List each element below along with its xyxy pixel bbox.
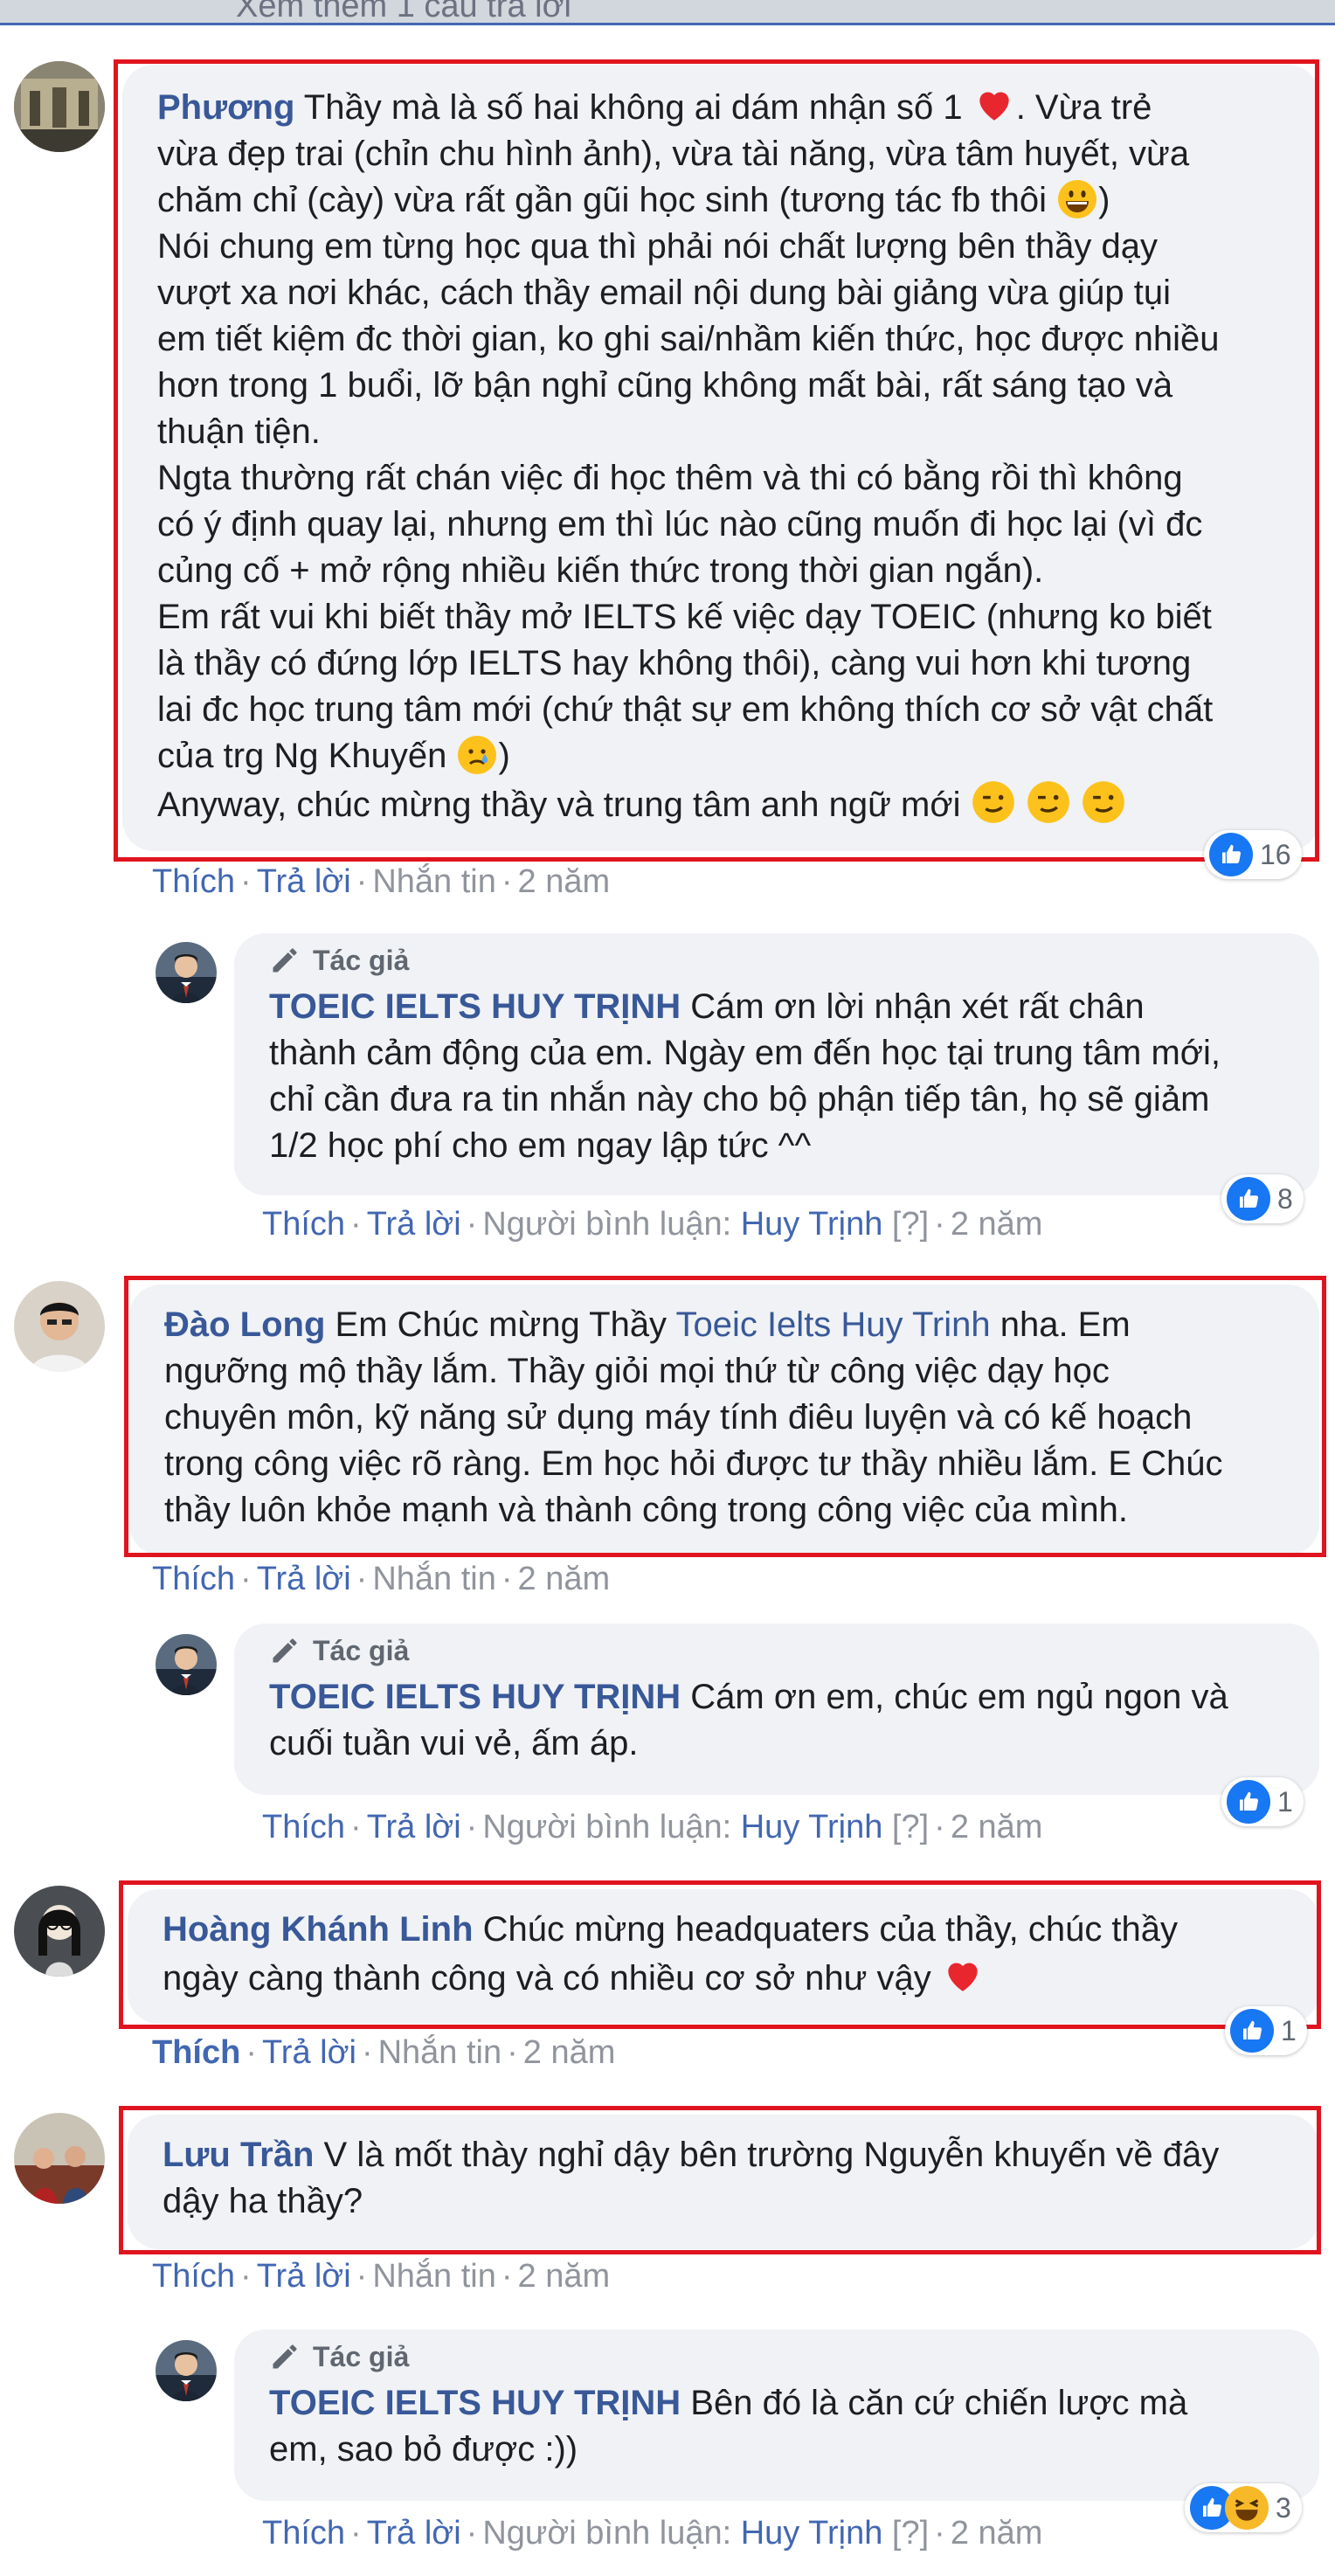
reaction-number: 1 (1277, 1785, 1293, 1818)
author-tag: Tác giả (269, 2337, 1288, 2377)
reaction-number: 16 (1260, 838, 1291, 870)
reply-text: Cám ơn lời nhận xét rất chân (690, 987, 1145, 1026)
timestamp[interactable]: 2 năm (951, 2515, 1043, 2552)
reply-actions: Thích · Trả lời · Người bình luận: Huy Trịnh… (262, 1206, 1043, 1243)
comment-actions: Thích · Trả lời · Nhắn tin · 2 năm (152, 863, 611, 900)
comment-actions: Thích · Trả lời · Nhắn tin · 2 năm (152, 2258, 611, 2295)
reply-author[interactable]: TOEIC IELTS HUY TRỊNH (269, 1678, 681, 1716)
pencil-icon (269, 1635, 301, 1666)
reply-text: cuối tuần vui vẻ, ấm áp. (269, 1724, 639, 1762)
timestamp[interactable]: 2 năm (518, 863, 611, 900)
like-link[interactable]: Thích (262, 1206, 345, 1243)
reply-link[interactable]: Trả lời (257, 2258, 351, 2295)
commenter-label: Người bình luận: (482, 2515, 732, 2552)
view-more-replies-link[interactable]: Xem thêm 1 câu trả lời (236, 0, 571, 23)
avatar-hoang-khanh-linh[interactable] (14, 1886, 105, 1977)
reply-link[interactable]: Trả lời (367, 1206, 461, 1243)
commenter-link[interactable]: Huy Trịnh (741, 1206, 883, 1243)
like-reaction-icon (1227, 1780, 1270, 1824)
message-link[interactable]: Nhắn tin (378, 2034, 502, 2071)
comment-actions: Thích · Trả lời · Nhắn tin · 2 năm (152, 2034, 616, 2071)
reaction-number: 8 (1277, 1182, 1293, 1215)
avatar-dao-long[interactable] (14, 1281, 105, 1372)
reply-link[interactable]: Trả lời (262, 2034, 356, 2071)
pencil-icon (269, 2341, 301, 2372)
reply-author[interactable]: TOEIC IELTS HUY TRỊNH (269, 2384, 681, 2422)
commenter-label: Người bình luận: (482, 1206, 732, 1243)
timestamp[interactable]: 2 năm (518, 1561, 611, 1597)
reply-link[interactable]: Trả lời (367, 2515, 461, 2552)
commenter-link[interactable]: Huy Trịnh (741, 2515, 883, 2552)
timestamp[interactable]: 2 năm (951, 1206, 1043, 1243)
reaction-count[interactable]: 3 (1185, 2483, 1302, 2532)
reply-link[interactable]: Trả lời (257, 863, 351, 900)
like-link[interactable]: Thích (152, 2034, 240, 2071)
reply-actions: Thích · Trả lời · Người bình luận: Huy Trịnh… (262, 1809, 1043, 1845)
like-link[interactable]: Thích (152, 1561, 235, 1597)
reaction-number: 1 (1281, 2014, 1297, 2046)
avatar-phuong[interactable] (14, 61, 105, 152)
reply-text: Cám ơn em, chúc em ngủ ngon và (690, 1678, 1228, 1716)
help-link[interactable]: [?] (892, 1206, 929, 1243)
reply-link[interactable]: Trả lời (367, 1809, 461, 1845)
pencil-icon (269, 945, 301, 976)
avatar-luu-tran[interactable] (14, 2113, 105, 2204)
reply-author[interactable]: TOEIC IELTS HUY TRỊNH (269, 987, 681, 1026)
like-link[interactable]: Thích (262, 1809, 345, 1845)
haha-reaction-icon (1225, 2486, 1269, 2530)
like-link[interactable]: Thích (262, 2515, 345, 2552)
avatar-huy-trinh[interactable] (156, 942, 217, 1003)
reply-text: chỉ cần đưa ra tin nhắn này cho bộ phận … (269, 1080, 1210, 1118)
help-link[interactable]: [?] (892, 2515, 929, 2552)
like-reaction-icon (1209, 833, 1253, 876)
avatar-huy-trinh[interactable] (156, 2340, 217, 2401)
reaction-count[interactable]: 16 (1204, 830, 1302, 879)
message-link[interactable]: Nhắn tin (372, 2258, 496, 2295)
like-reaction-icon (1227, 1177, 1270, 1221)
reply-text: Bên đó là căn cứ chiến lược mà (690, 2384, 1188, 2422)
reaction-count[interactable]: 1 (1221, 1777, 1304, 1826)
view-more-replies-bar[interactable]: Xem thêm 1 câu trả lời (0, 0, 1335, 25)
commenter-link[interactable]: Huy Trịnh (741, 1809, 883, 1845)
reaction-number: 3 (1276, 2491, 1291, 2524)
timestamp[interactable]: 2 năm (523, 2034, 616, 2071)
timestamp[interactable]: 2 năm (518, 2258, 611, 2295)
reply-text: 1/2 học phí cho em ngay lập tức ^^ (269, 1126, 812, 1165)
reply-text: em, sao bỏ được :)) (269, 2430, 578, 2469)
author-tag: Tác giả (269, 940, 1288, 980)
commenter-label: Người bình luận: (482, 1809, 732, 1845)
comment-actions: Thích · Trả lời · Nhắn tin · 2 năm (152, 1561, 611, 1597)
timestamp[interactable]: 2 năm (951, 1809, 1043, 1845)
like-link[interactable]: Thích (152, 863, 235, 900)
message-link[interactable]: Nhắn tin (372, 1561, 496, 1597)
reply-bubble: Tác giả TOEIC IELTS HUY TRỊNH Cám ơn lời… (234, 933, 1319, 1195)
reply-actions: Thích · Trả lời · Người bình luận: Huy Trịnh… (262, 2515, 1043, 2552)
reply-link[interactable]: Trả lời (257, 1561, 351, 1597)
message-link[interactable]: Nhắn tin (372, 863, 496, 900)
reply-text: thành cảm động của em. Ngày em đến học t… (269, 1034, 1221, 1072)
like-reaction-icon (1230, 2009, 1274, 2053)
author-tag: Tác giả (269, 1631, 1288, 1671)
avatar-huy-trinh[interactable] (156, 1634, 217, 1695)
highlight-box (114, 59, 1319, 862)
highlight-box (124, 1276, 1326, 1557)
reaction-count[interactable]: 8 (1221, 1174, 1304, 1223)
reply-bubble: Tác giả TOEIC IELTS HUY TRỊNH Cám ơn em,… (234, 1624, 1319, 1795)
highlight-box (119, 1880, 1321, 2029)
highlight-box (119, 2106, 1321, 2254)
reply-bubble: Tác giả TOEIC IELTS HUY TRỊNH Bên đó là … (234, 2330, 1319, 2501)
reaction-count[interactable]: 1 (1225, 2006, 1307, 2055)
help-link[interactable]: [?] (892, 1809, 929, 1845)
like-link[interactable]: Thích (152, 2258, 235, 2295)
